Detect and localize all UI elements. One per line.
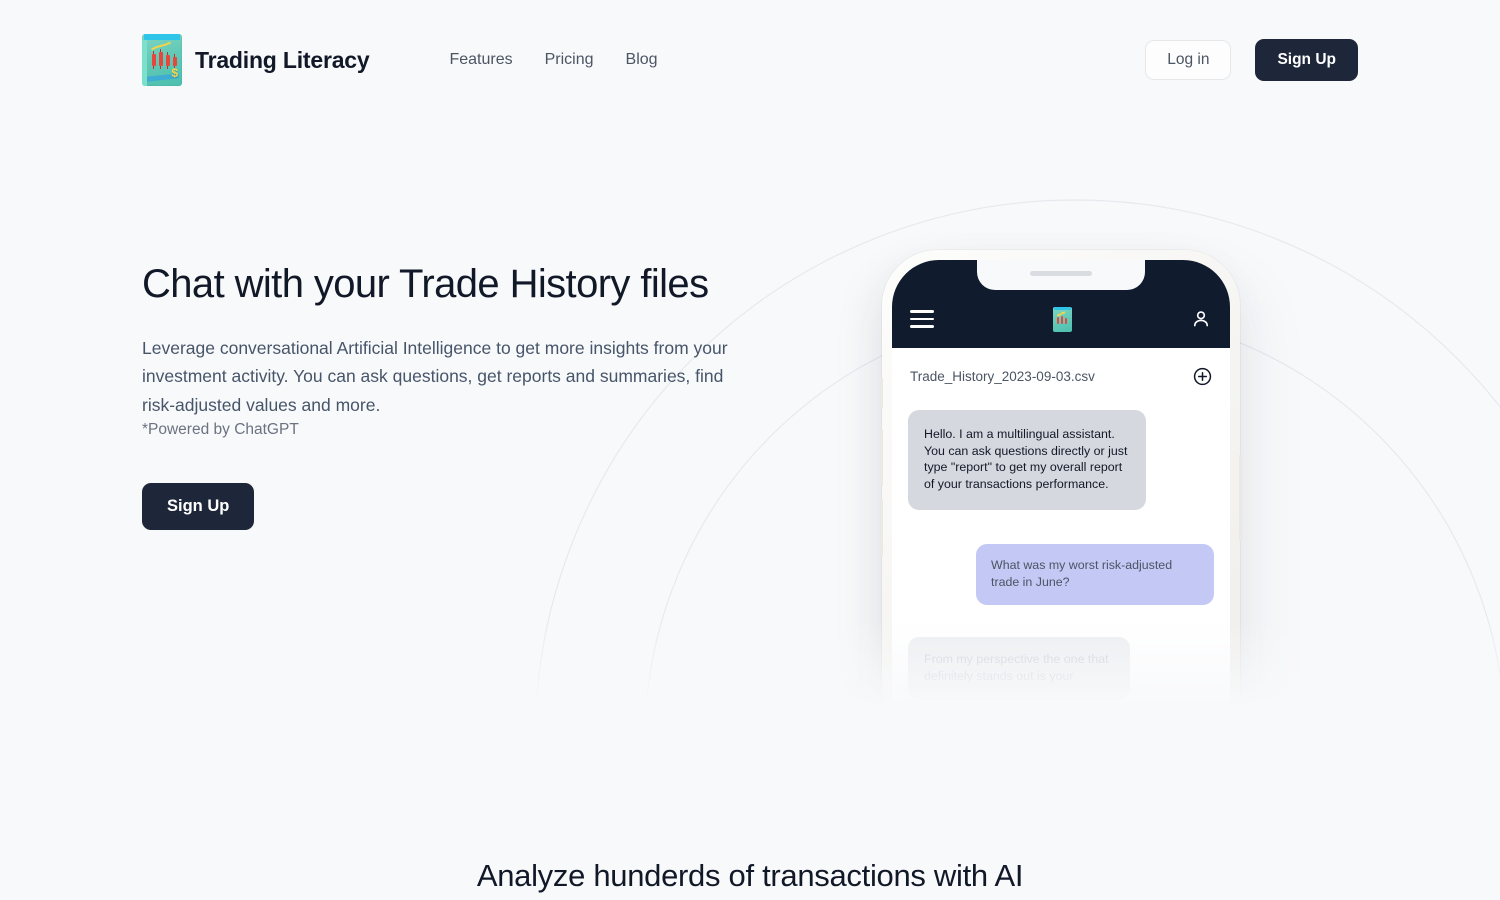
hero-powered-note: *Powered by ChatGPT	[142, 421, 299, 439]
app-top-bar	[892, 260, 1230, 348]
nav-item-features[interactable]: Features	[433, 43, 528, 77]
chat-message-list: Hello. I am a multilingual assistant. Yo…	[892, 404, 1230, 740]
hero-copy: Chat with your Trade History files Lever…	[142, 260, 782, 531]
signup-button-header[interactable]: Sign Up	[1255, 39, 1358, 81]
nav-item-blog[interactable]: Blog	[610, 43, 674, 77]
hamburger-menu-icon[interactable]	[910, 310, 934, 328]
landing-page: $ Trading Literacy Features Pricing Blog…	[0, 0, 1500, 900]
phone-mockup: Trade_History_2023-09-03.csv Hello. I am…	[880, 250, 1242, 740]
brand-logo-link[interactable]: $ Trading Literacy	[142, 34, 370, 86]
trading-book-chart-icon: $	[142, 34, 182, 86]
signup-button-hero[interactable]: Sign Up	[142, 483, 255, 531]
phone-frame: Trade_History_2023-09-03.csv Hello. I am…	[880, 250, 1242, 740]
main-navigation: Features Pricing Blog	[433, 43, 673, 77]
features-section-title: Analyze hunderds of transactions with AI	[476, 858, 1024, 893]
site-header: $ Trading Literacy Features Pricing Blog…	[0, 0, 1500, 120]
person-icon[interactable]	[1190, 308, 1212, 330]
phone-speaker-grill	[1030, 271, 1092, 276]
plus-circle-icon[interactable]	[1193, 367, 1212, 386]
phone-mute-switch	[880, 378, 883, 408]
phone-notch	[977, 260, 1145, 290]
phone-volume-down-button	[880, 500, 883, 556]
app-navigation-bar	[892, 290, 1230, 348]
login-button[interactable]: Log in	[1145, 40, 1232, 80]
chat-bubble-assistant: Hello. I am a multilingual assistant. Yo…	[908, 410, 1146, 510]
brand-name: Trading Literacy	[195, 46, 370, 73]
phone-power-button	[1239, 455, 1242, 541]
hero-section: Chat with your Trade History files Lever…	[0, 120, 1500, 740]
chat-file-name: Trade_History_2023-09-03.csv	[910, 368, 1095, 384]
phone-screen: Trade_History_2023-09-03.csv Hello. I am…	[892, 260, 1230, 740]
chat-file-header: Trade_History_2023-09-03.csv	[892, 348, 1230, 404]
chat-bubble-assistant-pending: From my perspective the one that definit…	[908, 637, 1130, 700]
header-actions: Log in Sign Up	[1145, 39, 1358, 81]
nav-item-pricing[interactable]: Pricing	[529, 43, 610, 77]
app-bar-trading-book-chart-icon	[1052, 306, 1072, 332]
hero-subtitle: Leverage conversational Artificial Intel…	[142, 338, 728, 415]
features-section: Analyze hunderds of transactions with AI	[0, 740, 1500, 894]
hero-title: Chat with your Trade History files	[142, 262, 709, 306]
phone-volume-up-button	[880, 430, 883, 486]
chat-bubble-user: What was my worst risk-adjusted trade in…	[976, 544, 1214, 605]
